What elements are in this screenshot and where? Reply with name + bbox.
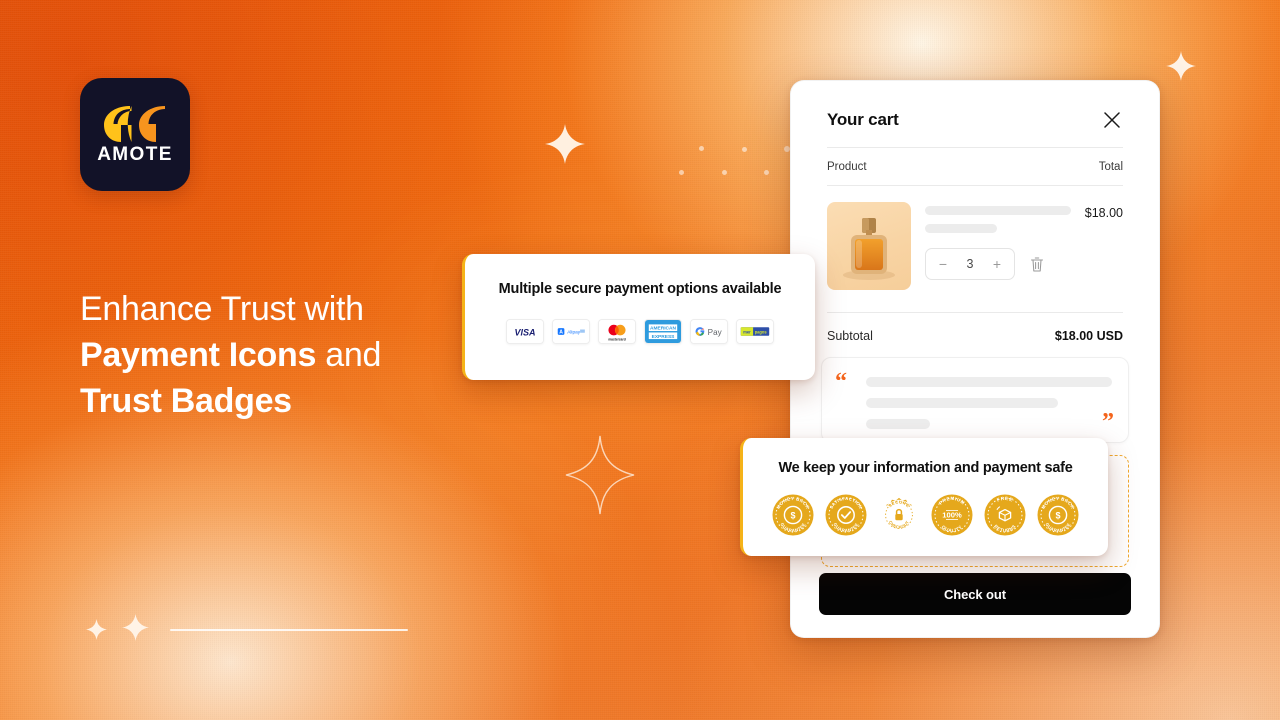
close-icon[interactable] <box>1101 109 1123 131</box>
svg-text:EXPRESS: EXPRESS <box>652 334 676 340</box>
svg-text:mer: mer <box>743 329 751 334</box>
sparkle-icon <box>121 613 150 642</box>
column-total: Total <box>1098 161 1123 173</box>
quote-close-icon: ” <box>1102 409 1114 435</box>
alipay-icon: A Alipay <box>552 319 590 344</box>
svg-text:VISA: VISA <box>514 327 535 337</box>
premium-quality-badge: 100% PREMIUM QUALITY <box>930 493 974 537</box>
decor-dot <box>742 147 747 152</box>
item-title-placeholder <box>925 206 1071 215</box>
decrease-quantity-button[interactable]: − <box>930 256 956 272</box>
double-quote-icon <box>103 105 167 142</box>
sparkle-icon <box>1165 50 1197 82</box>
svg-text:Alipay: Alipay <box>567 330 580 336</box>
subtotal-label: Subtotal <box>827 329 873 343</box>
svg-text:Pay: Pay <box>708 328 723 337</box>
perfume-bottle-image <box>827 202 911 290</box>
column-product: Product <box>827 161 867 173</box>
sparkle-icon <box>543 122 587 166</box>
mastercard-icon: mastercard <box>598 319 636 344</box>
svg-text:$: $ <box>1055 511 1060 521</box>
svg-text:$: $ <box>790 511 795 521</box>
decor-dot <box>699 146 704 151</box>
svg-text:mastercard: mastercard <box>608 338 625 342</box>
decor-dot <box>679 170 684 175</box>
cart-title: Your cart <box>827 110 899 129</box>
item-variant-placeholder <box>925 224 997 233</box>
brand-logo: AMOTE <box>80 78 190 191</box>
sparkle-icon <box>85 618 108 641</box>
svg-text:pagos: pagos <box>755 329 768 334</box>
money-back-guarantee-badge: $ MONEY BACK GUARANTEE <box>1036 493 1080 537</box>
mercado-pago-icon: mer pagos <box>736 319 774 344</box>
cart-column-headers: Product Total <box>791 148 1159 185</box>
payment-options-card: Multiple secure payment options availabl… <box>462 254 815 380</box>
increase-quantity-button[interactable]: + <box>984 256 1010 272</box>
free-returns-badge: FREE RETURNS <box>983 493 1027 537</box>
money-back-guarantee-badge: $ MONEY BACK GUARANTEE <box>771 493 815 537</box>
checkout-button[interactable]: Check out <box>819 573 1131 615</box>
svg-text:A: A <box>559 329 563 335</box>
svg-text:AMERICAN: AMERICAN <box>650 326 677 332</box>
satisfaction-guarantee-badge: SATISFACTION GUARANTEE <box>824 493 868 537</box>
trust-badges-card: We keep your information and payment saf… <box>740 438 1108 556</box>
cart-item-details: − 3 + <box>925 202 1071 290</box>
quantity-value[interactable]: 3 <box>956 257 984 271</box>
quantity-stepper[interactable]: − 3 + <box>925 248 1015 280</box>
trust-badges-row: $ MONEY BACK GUARANTEE SATISFACTION GUAR… <box>771 493 1080 537</box>
subtotal-value: $18.00 USD <box>1054 329 1123 343</box>
visa-icon: VISA <box>506 319 544 344</box>
horizontal-rule <box>170 629 408 631</box>
sparkle-outline-icon <box>564 434 636 516</box>
trash-icon[interactable] <box>1029 256 1045 273</box>
payment-icons-row: VISA A Alipay mastercard AMERICAN EXPRES… <box>506 319 774 344</box>
quantity-row: − 3 + <box>925 248 1071 280</box>
decor-dot <box>764 170 769 175</box>
subtotal-row: Subtotal $18.00 USD <box>791 313 1159 357</box>
cart-header: Your cart <box>791 81 1159 147</box>
amex-icon: AMERICAN EXPRESS <box>644 319 682 344</box>
skeleton-line <box>866 419 930 429</box>
secure-checkout-badge: SECURE CHECKOUT <box>877 493 921 537</box>
decor-dot <box>722 170 727 175</box>
quote-open-icon: “ <box>835 369 847 395</box>
trust-badges-title: We keep your information and payment saf… <box>778 460 1073 476</box>
item-line-total: $18.00 <box>1084 206 1123 220</box>
brand-name: AMOTE <box>97 143 173 165</box>
cart-line-item: − 3 + $18.00 <box>791 186 1159 290</box>
svg-text:100%: 100% <box>942 511 962 520</box>
google-pay-icon: Pay <box>690 319 728 344</box>
headline-line-3: Trust Badges <box>80 382 292 420</box>
skeleton-line <box>866 398 1058 408</box>
payment-options-title: Multiple secure payment options availabl… <box>498 281 782 297</box>
skeleton-line <box>866 377 1112 387</box>
testimonial-skeleton-lines <box>866 374 1112 429</box>
testimonial-placeholder-card: “ ” <box>821 357 1129 443</box>
